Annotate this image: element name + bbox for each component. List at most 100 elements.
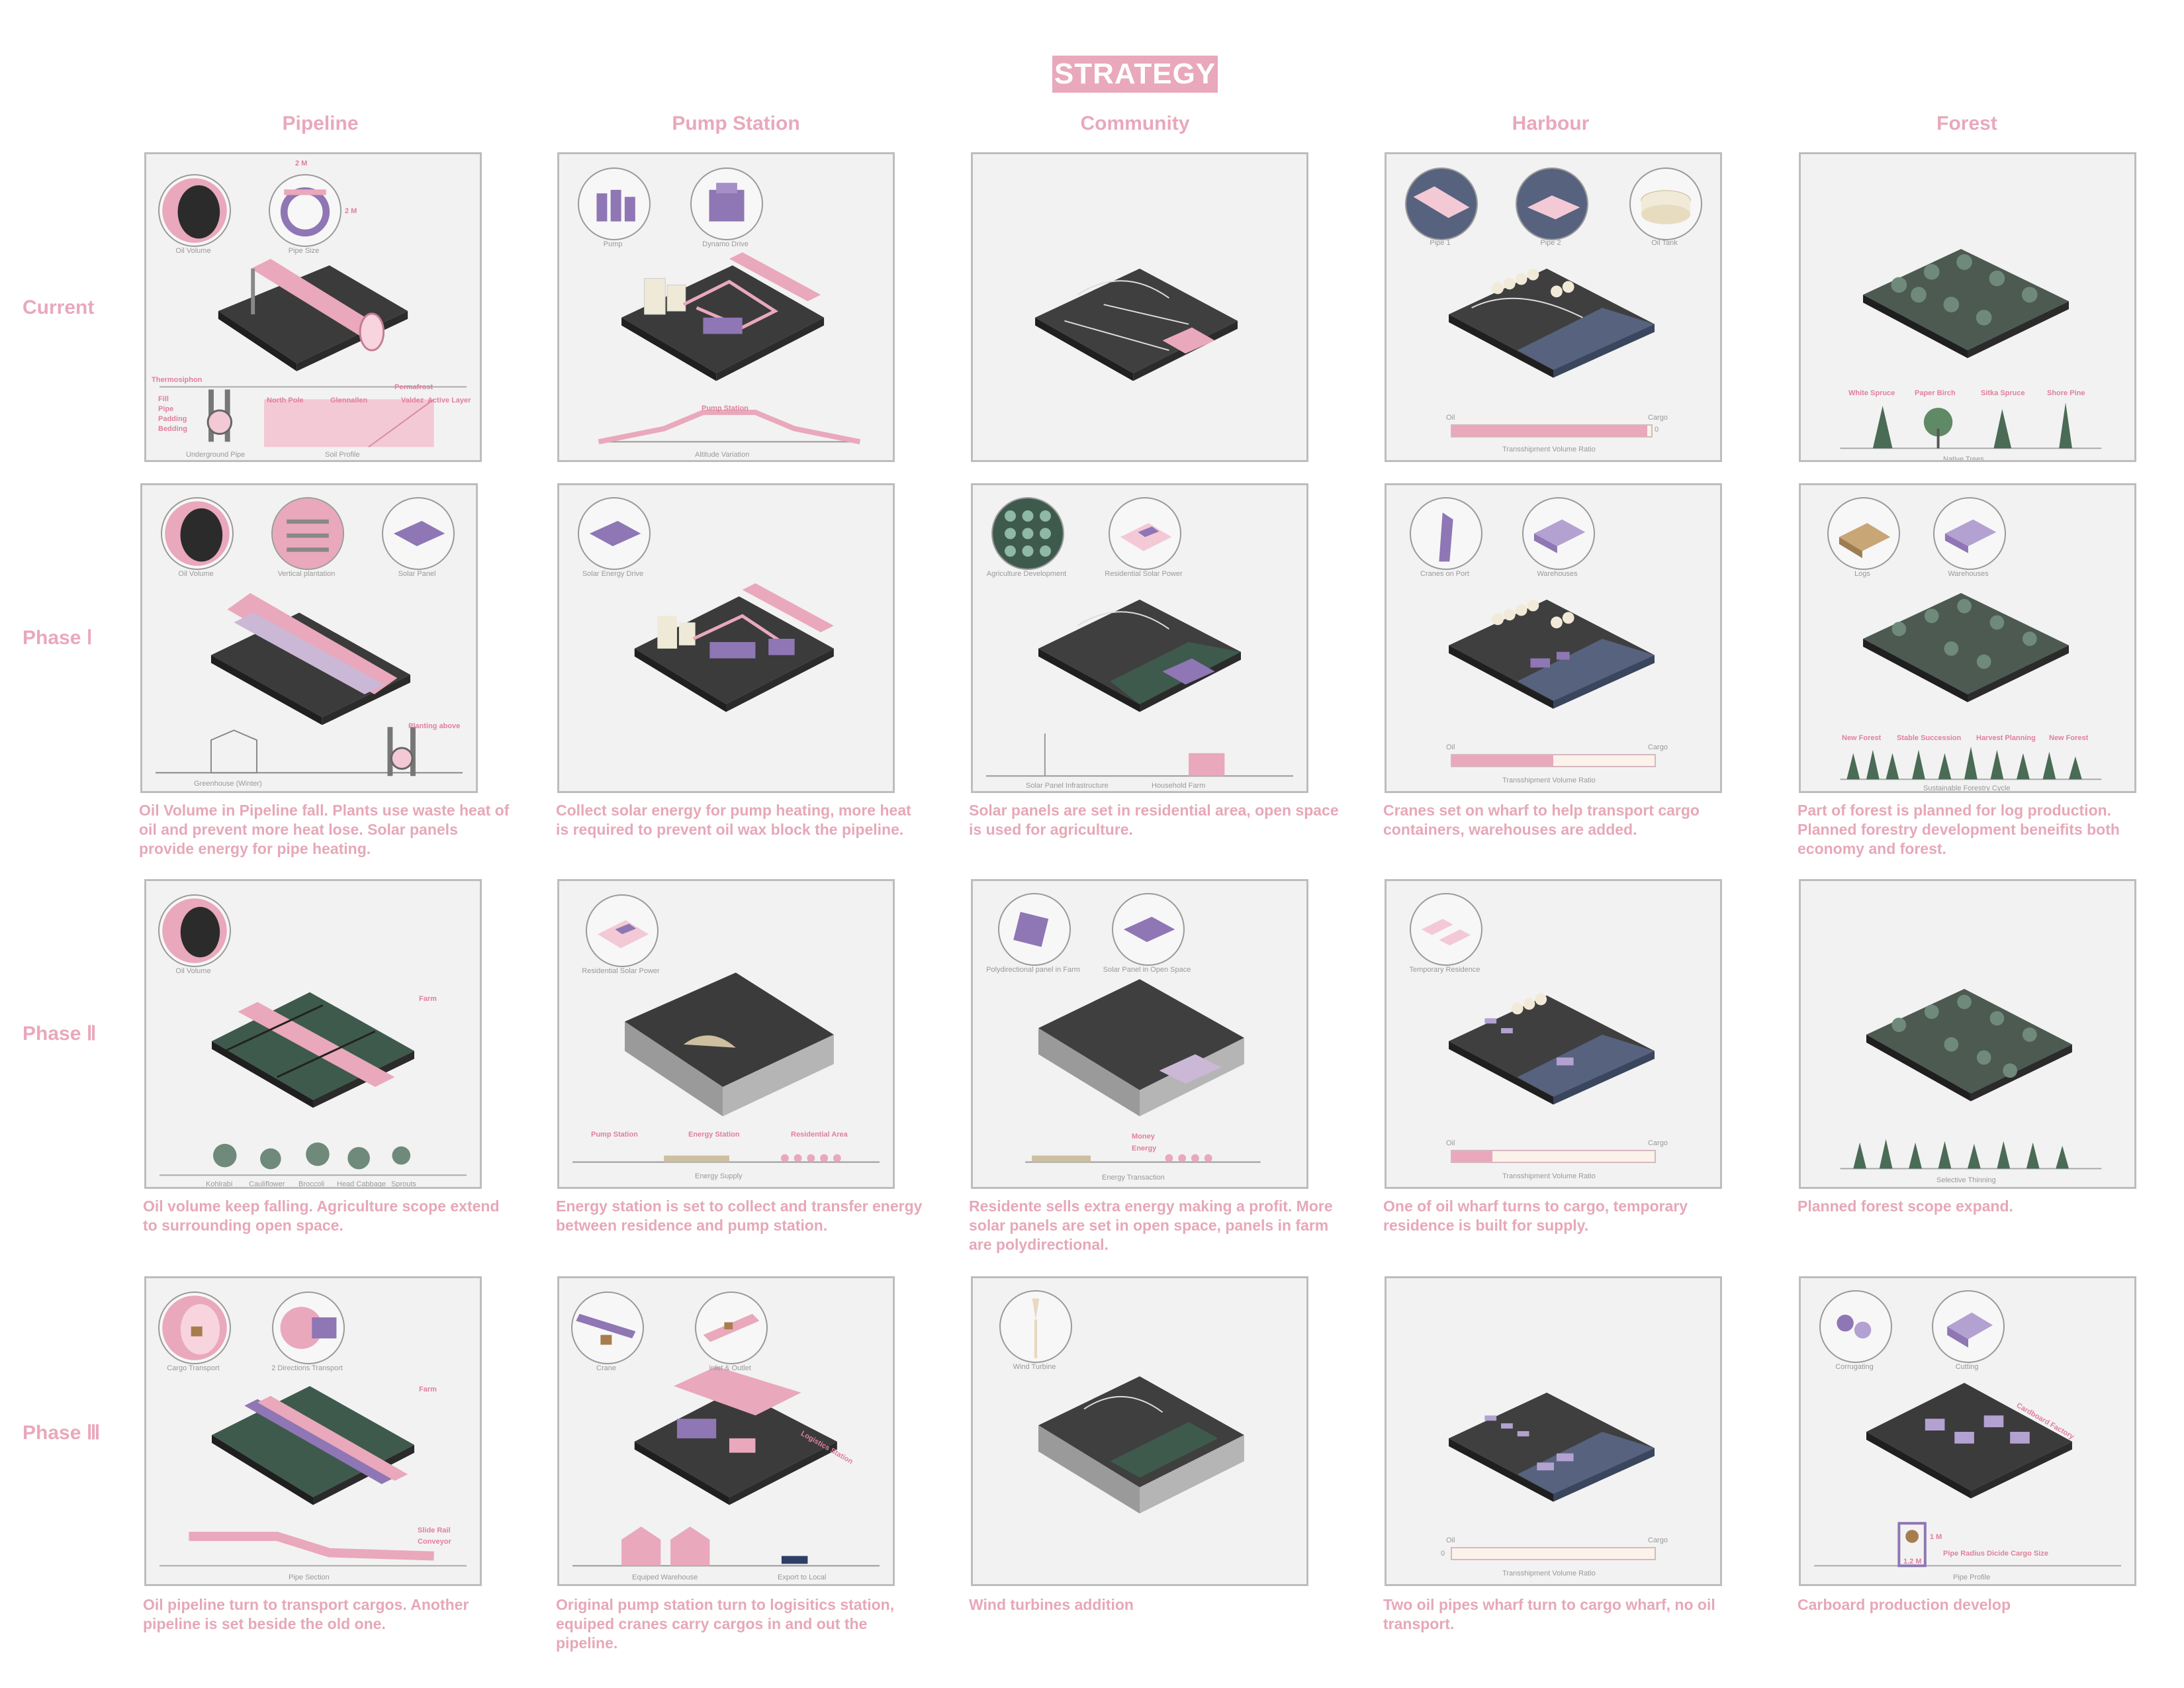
caption: Agriculture Development xyxy=(986,570,1067,578)
caption: Soil Profile xyxy=(325,451,360,459)
vertical-plantation-icon xyxy=(271,497,344,570)
description: Planned forest scope expand. xyxy=(1797,1197,2013,1215)
panel-phase1-community: Agriculture Development Residential Sola… xyxy=(971,483,1308,793)
panel-phase2-pump: Residential Solar Power Pump Station Ene… xyxy=(557,879,895,1189)
column-header-pipeline: Pipeline xyxy=(282,113,359,134)
caption: Greenhouse (Winter) xyxy=(194,780,262,788)
panel-current-harbour: Pipe 1 Pipe 2 Oil Tank Oil Cargo 0 Trans… xyxy=(1385,152,1722,462)
description: Oil Volume in Pipeline fall. Plants use … xyxy=(139,802,510,857)
panel-phase3-harbour: Oil Cargo 0 Transshipment Volume Ratio xyxy=(1385,1276,1722,1586)
two-directions-transport-icon xyxy=(272,1291,345,1364)
panel-current-forest: White Spruce Paper Birch Sitka Spruce Sh… xyxy=(1799,152,2136,462)
label: Energy Station xyxy=(688,1131,740,1139)
caption: Pipe Profile xyxy=(1953,1573,1991,1581)
description: Cranes set on wharf to help transport ca… xyxy=(1383,802,1700,838)
panel-current-pump: Pump Dynamo Drive Pump Station Altitude … xyxy=(557,152,895,462)
panel-phase3-community: Wind Turbine xyxy=(971,1276,1308,1586)
caption: Energy Transaction xyxy=(1102,1174,1165,1182)
caption: Inlet & Outlet xyxy=(709,1364,751,1372)
ratio-fill xyxy=(1452,755,1553,766)
caption: Warehouses xyxy=(1948,570,1989,578)
label: Residential Area xyxy=(791,1131,848,1139)
caption: Sprouts xyxy=(391,1180,416,1188)
label: Thermosiphon xyxy=(152,376,203,384)
label: New Forest xyxy=(2049,734,2089,742)
bar-label-cargo: Cargo xyxy=(1648,1536,1668,1544)
agriculture-development-icon xyxy=(991,497,1064,570)
label: Pump Station xyxy=(702,404,749,412)
caption: Head Cabbage xyxy=(337,1180,387,1188)
dimension-label: 1 M xyxy=(1930,1533,1942,1541)
panel-phase3-pump: Crane Inlet & Outlet Logistics Station E… xyxy=(557,1276,895,1586)
caption: Solar Panel in Open Space xyxy=(1103,966,1191,974)
bar-label-oil: Oil xyxy=(1446,743,1455,751)
bar-label-zero: 0 xyxy=(1655,426,1659,434)
label: Sitka Spruce xyxy=(1981,389,2025,397)
community-diagram xyxy=(1035,268,1238,381)
panel-phase3-pipeline: Cargo Transport 2 Directions Transport F… xyxy=(144,1276,482,1586)
transshipment-ratio-bar xyxy=(1451,754,1656,767)
column-header-community: Community xyxy=(1080,113,1190,134)
dynamo-drive-icon xyxy=(690,167,763,240)
panel-phase3-forest: Corrugating Cutting Cardboard Factory 1 … xyxy=(1799,1276,2136,1586)
panel-phase1-harbour: Cranes on Port Warehouses Oil Cargo Tran… xyxy=(1385,483,1722,793)
cranes-on-port-icon xyxy=(1410,497,1482,570)
row-header-phase-3: Phase Ⅲ xyxy=(23,1422,101,1444)
label: Padding xyxy=(158,415,187,423)
panel-phase1-pipeline: Oil Volume Vertical plantation Solar Pan… xyxy=(140,483,478,793)
description: Energy station is set to collect and tra… xyxy=(556,1197,923,1234)
label: Pump Station xyxy=(591,1131,638,1139)
warehouses-icon xyxy=(1522,497,1595,570)
bar-label-oil: Oil xyxy=(1446,1139,1455,1147)
caption: Transshipment Volume Ratio xyxy=(1502,445,1596,453)
caption: Transshipment Volume Ratio xyxy=(1502,776,1596,784)
caption: Transshipment Volume Ratio xyxy=(1502,1570,1596,1577)
dimension-label: 2 M xyxy=(345,207,357,215)
cargo-transport-icon xyxy=(158,1291,231,1364)
label: White Spruce xyxy=(1848,389,1895,397)
logs-icon xyxy=(1827,497,1900,570)
panel-phase1-forest: Logs Warehouses New Forest Stable Succes… xyxy=(1799,483,2136,793)
row-header-phase-1: Phase Ⅰ xyxy=(23,627,93,649)
caption: Pipe Section xyxy=(289,1573,330,1581)
transshipment-ratio-bar xyxy=(1451,1547,1656,1560)
caption: Kohlrabi xyxy=(206,1180,233,1188)
label: Valdez xyxy=(401,397,424,404)
caption: Oil Volume xyxy=(175,967,211,975)
panel-phase2-harbour: Temporary Residence Oil Cargo Transshipm… xyxy=(1385,879,1722,1189)
solar-panel-open-space-icon xyxy=(1112,893,1185,966)
crane-icon xyxy=(571,1291,644,1364)
label: New Forest xyxy=(1842,734,1882,742)
label: Money xyxy=(1132,1133,1155,1141)
residential-solar-power-icon xyxy=(586,894,659,967)
label: Fill xyxy=(158,395,169,403)
label: Farm xyxy=(419,1385,437,1393)
label: Planting above xyxy=(408,722,461,730)
dimension-label: 2 M xyxy=(295,160,308,167)
caption: Transshipment Volume Ratio xyxy=(1502,1172,1596,1180)
bar-label-oil: Oil xyxy=(1446,414,1455,422)
solar-panel-icon xyxy=(382,497,455,570)
panel-phase1-pump: Solar Energy Drive xyxy=(557,483,895,793)
transshipment-ratio-bar xyxy=(1451,1150,1656,1163)
residential-solar-power-icon xyxy=(1109,497,1181,570)
bar-label-zero: 0 xyxy=(1441,1550,1445,1558)
description: Residente sells extra energy making a pr… xyxy=(969,1197,1333,1253)
caption: Pipe Size xyxy=(288,247,320,255)
ratio-fill xyxy=(1452,1151,1493,1162)
caption: Polydirectional panel in Farm xyxy=(986,966,1080,974)
caption: Selective Thinning xyxy=(1936,1176,1996,1184)
caption: Residential Solar Power xyxy=(582,967,660,975)
caption: Household Farm xyxy=(1152,782,1206,790)
caption: Equiped Warehouse xyxy=(632,1573,698,1581)
label: Bedding xyxy=(158,425,187,433)
caption: Dynamo Drive xyxy=(702,240,749,248)
label: Paper Birch xyxy=(1915,389,1956,397)
bar-label-cargo: Cargo xyxy=(1648,414,1668,422)
forest-diagram xyxy=(1840,988,2102,1170)
caption: Sustainable Forestry Cycle xyxy=(1923,784,2011,792)
oil-volume-icon xyxy=(158,894,231,967)
label: Slide Rail xyxy=(418,1526,451,1534)
harbour-diagram xyxy=(1449,1392,1655,1502)
wind-turbine-icon xyxy=(999,1290,1072,1363)
